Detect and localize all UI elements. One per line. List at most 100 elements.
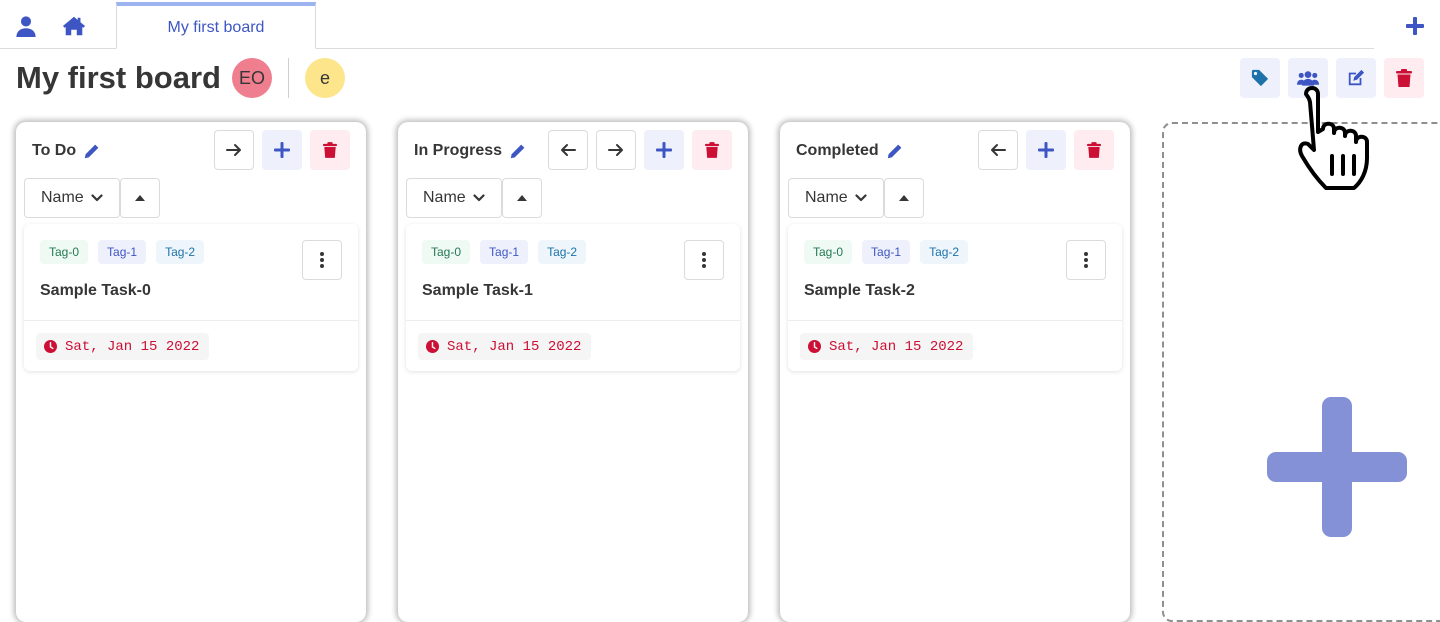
due-date-text: Sat, Jan 15 2022 bbox=[447, 338, 582, 355]
chevron-down-icon bbox=[473, 193, 485, 203]
task-menu-button[interactable] bbox=[1066, 240, 1106, 280]
move-right-button[interactable] bbox=[214, 130, 254, 170]
caret-up-icon bbox=[898, 194, 910, 202]
plus-icon bbox=[274, 142, 290, 158]
caret-up-icon bbox=[134, 194, 146, 202]
column-header: In Progress bbox=[414, 142, 526, 160]
avatar[interactable]: e bbox=[305, 58, 345, 98]
due-date-text: Sat, Jan 15 2022 bbox=[65, 338, 200, 355]
pencil-icon[interactable] bbox=[510, 143, 526, 159]
trash-icon bbox=[323, 142, 337, 158]
card-divider bbox=[24, 320, 358, 321]
trash-icon bbox=[1087, 142, 1101, 158]
tag[interactable]: Tag-2 bbox=[156, 240, 205, 264]
arrow-right-icon bbox=[226, 143, 242, 157]
clock-icon bbox=[426, 340, 439, 353]
clock-icon bbox=[44, 340, 57, 353]
add-task-button[interactable] bbox=[262, 130, 302, 170]
tab-my-first-board[interactable]: My first board bbox=[116, 2, 316, 49]
add-task-button[interactable] bbox=[644, 130, 684, 170]
task-name: Sample Task-0 bbox=[40, 282, 151, 299]
kebab-icon bbox=[320, 252, 324, 268]
tag[interactable]: Tag-2 bbox=[920, 240, 969, 264]
chevron-down-icon bbox=[91, 193, 103, 203]
tag[interactable]: Tag-1 bbox=[862, 240, 911, 264]
delete-column-button[interactable] bbox=[310, 130, 350, 170]
tag[interactable]: Tag-1 bbox=[480, 240, 529, 264]
task-card[interactable]: Tag-0 Tag-1 Tag-2 Sample Task-0 Sat, Jan… bbox=[24, 224, 358, 371]
tag[interactable]: Tag-0 bbox=[422, 240, 471, 264]
sort-field-value: Name bbox=[41, 189, 84, 206]
move-left-button[interactable] bbox=[978, 130, 1018, 170]
task-name: Sample Task-1 bbox=[422, 282, 533, 299]
plus-icon bbox=[1038, 142, 1054, 158]
column-completed: Completed Name Tag-0 Tag-1 Tag-2 Sample … bbox=[780, 122, 1130, 622]
column-title: In Progress bbox=[414, 142, 503, 159]
tag[interactable]: Tag-2 bbox=[538, 240, 587, 264]
tag-list: Tag-0 Tag-1 Tag-2 bbox=[804, 240, 969, 264]
column-header: Completed bbox=[796, 142, 903, 160]
pencil-icon[interactable] bbox=[84, 143, 100, 159]
arrow-left-icon bbox=[990, 143, 1006, 157]
caret-up-icon bbox=[516, 194, 528, 202]
task-menu-button[interactable] bbox=[302, 240, 342, 280]
column-title: Completed bbox=[796, 142, 879, 159]
chevron-down-icon bbox=[855, 193, 867, 203]
hand-pointer-cursor-icon bbox=[1296, 84, 1396, 194]
due-date: Sat, Jan 15 2022 bbox=[800, 333, 974, 360]
clock-icon bbox=[808, 340, 821, 353]
sort-field-select[interactable]: Name bbox=[788, 178, 884, 218]
add-column-button[interactable] bbox=[1162, 122, 1440, 622]
delete-column-button[interactable] bbox=[1074, 130, 1114, 170]
arrow-left-icon bbox=[560, 143, 576, 157]
task-card[interactable]: Tag-0 Tag-1 Tag-2 Sample Task-1 Sat, Jan… bbox=[406, 224, 740, 371]
due-date-text: Sat, Jan 15 2022 bbox=[829, 338, 964, 355]
kebab-icon bbox=[702, 252, 706, 268]
delete-column-button[interactable] bbox=[692, 130, 732, 170]
tab-label: My first board bbox=[167, 19, 265, 36]
due-date: Sat, Jan 15 2022 bbox=[36, 333, 210, 360]
move-left-button[interactable] bbox=[548, 130, 588, 170]
task-name: Sample Task-2 bbox=[804, 282, 915, 299]
due-date: Sat, Jan 15 2022 bbox=[418, 333, 592, 360]
tag[interactable]: Tag-1 bbox=[98, 240, 147, 264]
sort-field-value: Name bbox=[805, 189, 848, 206]
task-menu-button[interactable] bbox=[684, 240, 724, 280]
move-right-button[interactable] bbox=[596, 130, 636, 170]
tag-icon bbox=[1251, 69, 1269, 87]
sort-direction-button[interactable] bbox=[884, 178, 924, 218]
avatar[interactable]: EO bbox=[232, 58, 272, 98]
card-divider bbox=[406, 320, 740, 321]
column-in-progress: In Progress Name Tag-0 Tag-1 Tag-2 Sampl… bbox=[398, 122, 748, 622]
kebab-icon bbox=[1084, 252, 1088, 268]
home-icon[interactable] bbox=[60, 12, 88, 40]
sort-field-select[interactable]: Name bbox=[24, 178, 120, 218]
sort-direction-button[interactable] bbox=[120, 178, 160, 218]
sort-field-select[interactable]: Name bbox=[406, 178, 502, 218]
trash-icon bbox=[705, 142, 719, 158]
manage-tags-button[interactable] bbox=[1240, 58, 1280, 98]
top-nav: My first board bbox=[0, 0, 1440, 50]
column-header: To Do bbox=[32, 142, 100, 160]
user-icon[interactable] bbox=[12, 12, 40, 40]
add-task-button[interactable] bbox=[1026, 130, 1066, 170]
tag-list: Tag-0 Tag-1 Tag-2 bbox=[422, 240, 587, 264]
add-board-plus-icon[interactable] bbox=[1401, 12, 1429, 40]
tag[interactable]: Tag-0 bbox=[40, 240, 89, 264]
card-divider bbox=[788, 320, 1122, 321]
trash-icon bbox=[1396, 69, 1412, 87]
avatar-initials: e bbox=[319, 67, 330, 88]
avatar-initials: EO bbox=[238, 67, 265, 88]
tag-list: Tag-0 Tag-1 Tag-2 bbox=[40, 240, 205, 264]
avatar-divider bbox=[288, 58, 289, 98]
pencil-icon[interactable] bbox=[887, 143, 903, 159]
page-title: My first board bbox=[16, 60, 221, 95]
plus-icon bbox=[656, 142, 672, 158]
column-to-do: To Do Name Tag-0 Tag-1 Tag-2 Sample Task… bbox=[16, 122, 366, 622]
column-title: To Do bbox=[32, 142, 77, 159]
task-card[interactable]: Tag-0 Tag-1 Tag-2 Sample Task-2 Sat, Jan… bbox=[788, 224, 1122, 371]
tag[interactable]: Tag-0 bbox=[804, 240, 853, 264]
sort-direction-button[interactable] bbox=[502, 178, 542, 218]
sort-field-value: Name bbox=[423, 189, 466, 206]
arrow-right-icon bbox=[608, 143, 624, 157]
